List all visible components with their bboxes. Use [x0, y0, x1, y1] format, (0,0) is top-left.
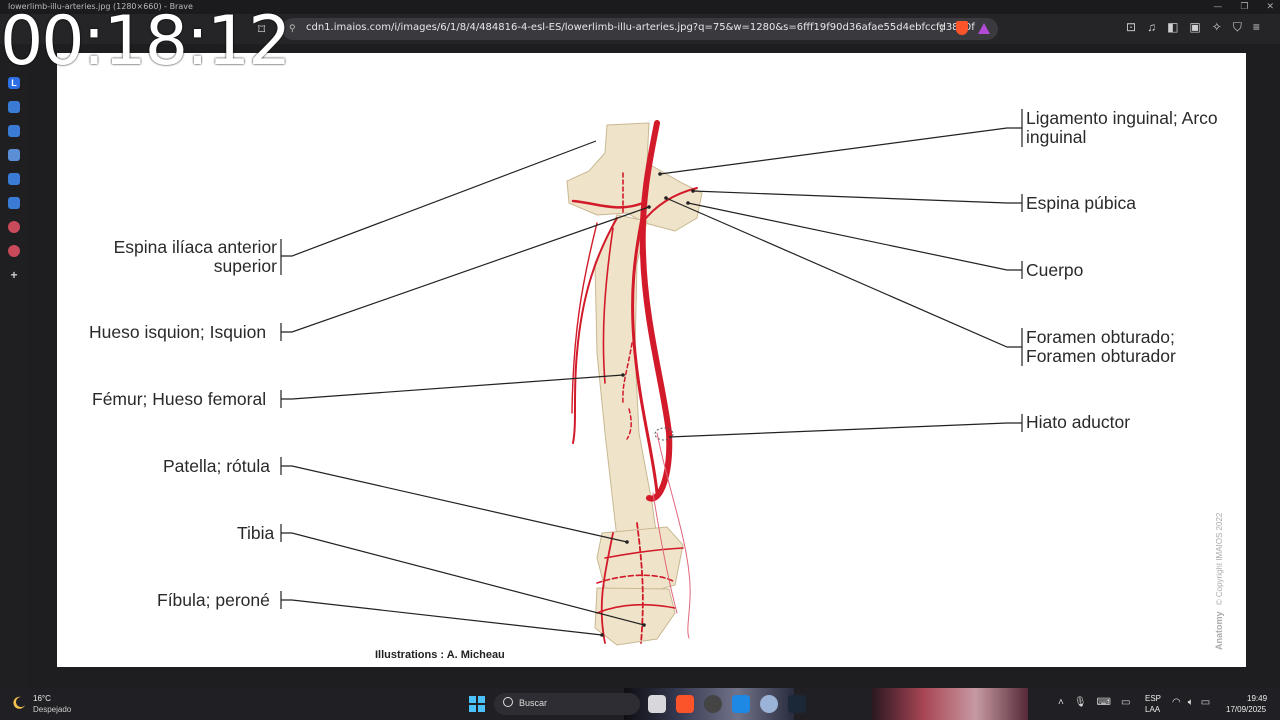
system-tray: ˄ 🎙︎ ⌨ ▭: [1058, 697, 1130, 708]
label-line: Ligamento inguinal; Arco: [1026, 108, 1218, 128]
label-ligamento-inguinal: Ligamento inguinal; Arco inguinal: [1026, 109, 1218, 147]
leader-tibia: [281, 532, 645, 626]
sidebar-add-icon[interactable]: +: [8, 269, 20, 281]
timer-overlay: 00:18:12: [0, 2, 291, 81]
leader-pubic-spine: [692, 190, 1022, 204]
taskbar-background-art: [872, 688, 1028, 720]
url-text[interactable]: cdn1.imaios.com/i/images/6/1/8/4/484816-…: [306, 22, 975, 33]
steam-icon[interactable]: [788, 695, 806, 713]
obs-icon[interactable]: [704, 695, 722, 713]
moon-icon[interactable]: [12, 696, 26, 710]
label-line: Foramen obturado;: [1026, 327, 1175, 347]
close-icon[interactable]: ✕: [1266, 2, 1274, 12]
browser-right-tools: ⊡ ♫ ◧ ▣ ✧ ⛉ ≡: [1126, 20, 1260, 35]
search-icon: [503, 697, 513, 707]
app-icon[interactable]: [760, 695, 778, 713]
windows-start-icon[interactable]: [469, 696, 485, 712]
app-icon[interactable]: [732, 695, 750, 713]
system-tray-status: ◠ 🔈︎ ▭: [1172, 697, 1210, 708]
label-patella: Patella; rótula: [163, 456, 271, 476]
minimize-icon[interactable]: —: [1213, 2, 1222, 12]
label-line: Foramen obturador: [1026, 346, 1176, 366]
microphone-icon[interactable]: 🎙︎: [1074, 697, 1087, 708]
leader-patella: [281, 465, 628, 543]
weather-temperature[interactable]: 16°C: [33, 694, 51, 703]
label-femur: Fémur; Hueso femoral: [92, 389, 267, 409]
label-line: superior: [213, 256, 277, 276]
sidebar-panel-icon[interactable]: [8, 149, 20, 161]
weather-description[interactable]: Despejado: [33, 705, 71, 714]
wallet-icon[interactable]: ▣: [1189, 20, 1200, 35]
site-info-icon[interactable]: ⚲: [289, 23, 299, 33]
label-espina-pubica: Espina púbica: [1026, 193, 1136, 213]
share-icon[interactable]: ⇪: [937, 22, 946, 35]
brave-browser-icon[interactable]: [676, 695, 694, 713]
address-bar[interactable]: ⚲ cdn1.imaios.com/i/images/6/1/8/4/48481…: [282, 18, 998, 40]
battery-icon[interactable]: ▭: [1201, 697, 1210, 708]
label-cuerpo: Cuerpo: [1026, 260, 1084, 280]
keyboard-layout-indicator[interactable]: LAA: [1145, 705, 1160, 714]
sidebar-panel-icon[interactable]: [8, 197, 20, 209]
leader-body: [687, 202, 1022, 271]
label-fibula: Fíbula; peroné: [157, 590, 270, 610]
leader-inguinal: [659, 127, 1022, 175]
label-hiato-aductor: Hiato aductor: [1026, 412, 1131, 432]
sidebar-profile-icon[interactable]: [8, 245, 20, 257]
keyboard-icon[interactable]: ⌨: [1097, 697, 1111, 708]
search-placeholder: Buscar: [519, 698, 548, 708]
leader-obturator: [665, 197, 1022, 348]
label-isquion: Hueso isquion; Isquion: [89, 322, 267, 342]
vpn-icon[interactable]: ⛉: [1233, 20, 1242, 35]
sidebar-panel-icon[interactable]: [8, 125, 20, 137]
menu-icon[interactable]: ≡: [1253, 20, 1260, 35]
window-controls: — ❐ ✕: [1213, 0, 1274, 14]
clock-time[interactable]: 19:49: [1247, 694, 1267, 703]
imaios-watermark: Anatomy © Copyright IMAIOS 2022: [1214, 513, 1224, 650]
label-foramen-obturado: Foramen obturado; Foramen obturador: [1026, 328, 1176, 366]
address-bar-icons: ⇪: [937, 21, 990, 35]
leader-hiatus: [668, 422, 1022, 438]
sidebar-panel-icon[interactable]: [8, 101, 20, 113]
leo-ai-icon[interactable]: ✧: [1212, 20, 1222, 35]
leader-fibula: [281, 599, 603, 636]
pelvis-bone: [566, 122, 703, 232]
clock-date[interactable]: 17/09/2025: [1226, 705, 1266, 714]
leader-asis: [281, 140, 597, 257]
sidebar-toggle-icon[interactable]: ◧: [1167, 20, 1178, 35]
watermark-brand: Anatomy: [1214, 611, 1224, 650]
media-icon[interactable]: ♫: [1147, 20, 1156, 35]
volume-icon[interactable]: 🔈︎: [1188, 697, 1194, 708]
maximize-icon[interactable]: ❐: [1240, 2, 1248, 12]
brave-rewards-icon[interactable]: [978, 22, 990, 34]
display-icon[interactable]: ▭: [1121, 697, 1130, 708]
label-line: inguinal: [1026, 127, 1087, 147]
label-espina-iliaca: Espina ilíaca anterior superior: [103, 238, 277, 276]
taskbar-apps: [648, 695, 806, 713]
chevron-up-icon[interactable]: ˄: [1058, 697, 1064, 708]
watermark-copyright: © Copyright IMAIOS 2022: [1215, 512, 1224, 606]
language-indicator[interactable]: ESP: [1145, 694, 1161, 703]
browser-sidebar: L +: [0, 44, 28, 688]
screenshot-icon[interactable]: ⊡: [1126, 20, 1136, 35]
illustration-credit: Illustrations : A. Micheau: [375, 649, 505, 661]
brave-shields-icon[interactable]: [956, 21, 968, 35]
label-line: Espina ilíaca anterior: [113, 237, 277, 257]
wifi-icon[interactable]: ◠: [1172, 697, 1181, 708]
file-explorer-icon[interactable]: [648, 695, 666, 713]
label-tibia: Tibia: [237, 523, 275, 543]
sidebar-panel-icon[interactable]: [8, 173, 20, 185]
sidebar-profile-icon[interactable]: [8, 221, 20, 233]
taskbar-search[interactable]: Buscar: [494, 693, 640, 715]
